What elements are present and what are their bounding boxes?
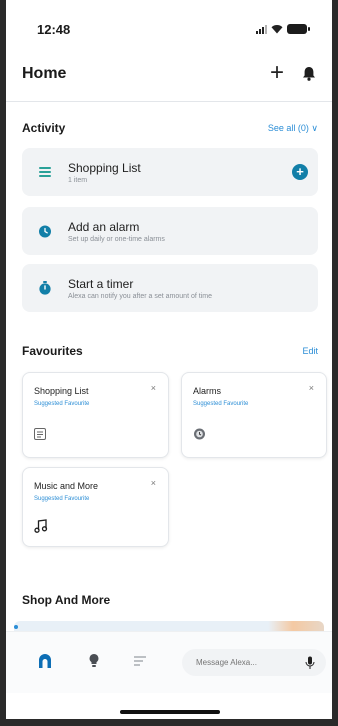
activity-start-timer[interactable]: Start a timer Alexa can notify you after… (22, 264, 318, 312)
activity-item-subtitle: 1 item (68, 177, 88, 184)
bottom-frame (6, 719, 332, 726)
favourite-title: Alarms (193, 386, 222, 396)
status-icons (256, 24, 310, 34)
bell-icon[interactable] (302, 66, 316, 81)
see-all-link[interactable]: See all (0) ∨ (268, 123, 318, 134)
status-time: 12:48 (37, 22, 71, 37)
alarm-icon (194, 428, 205, 440)
activity-add-alarm[interactable]: Add an alarm Set up daily or one-time al… (22, 207, 318, 255)
shop-promo-banner[interactable] (14, 621, 324, 631)
favourite-title: Music and More (34, 481, 99, 491)
home-indicator (120, 710, 220, 714)
carousel-dot (14, 625, 18, 629)
phone-screen: 12:48 Home + Activity See all (0) ∨ Shop… (6, 0, 332, 726)
favourite-subtitle: Suggested Favourite (34, 401, 90, 407)
header-divider (6, 101, 332, 102)
plus-icon[interactable]: + (270, 61, 284, 85)
list-icon (39, 167, 51, 177)
timer-icon (39, 281, 51, 295)
list-icon (34, 428, 46, 440)
activity-title: Activity (22, 121, 66, 135)
activity-item-subtitle: Set up daily or one-time alarms (68, 236, 165, 243)
shop-title: Shop And More (22, 593, 111, 607)
activity-item-title: Start a timer (68, 277, 134, 291)
battery-icon (287, 24, 310, 34)
alarm-icon (39, 225, 51, 238)
home-icon[interactable] (37, 653, 53, 669)
music-note-icon (34, 519, 48, 533)
activity-item-subtitle: Alexa can notify you after a set amount … (68, 293, 212, 300)
menu-icon[interactable] (132, 653, 148, 669)
favourite-subtitle: Suggested Favourite (193, 401, 249, 407)
edit-favourites-link[interactable]: Edit (302, 346, 318, 356)
favourite-card-shopping-list[interactable]: Shopping List Suggested Favourite × (22, 372, 169, 458)
activity-item-title: Shopping List (68, 161, 141, 175)
favourite-title: Shopping List (34, 386, 89, 396)
favourite-card-music[interactable]: Music and More Suggested Favourite × (22, 467, 169, 547)
favourite-subtitle: Suggested Favourite (34, 496, 90, 502)
status-bar: 12:48 (6, 22, 332, 42)
signal-icon (256, 24, 267, 34)
mic-icon[interactable] (305, 656, 315, 670)
bottom-nav (6, 631, 332, 693)
activity-item-title: Add an alarm (68, 220, 140, 234)
lightbulb-icon[interactable] (88, 653, 100, 669)
add-item-button[interactable]: + (292, 164, 308, 180)
remove-favourite-button[interactable]: × (309, 383, 314, 393)
wifi-icon (271, 25, 283, 34)
favourites-title: Favourites (22, 344, 83, 358)
remove-favourite-button[interactable]: × (151, 383, 156, 393)
favourite-card-alarms[interactable]: Alarms Suggested Favourite × (181, 372, 327, 458)
activity-shopping-list[interactable]: Shopping List 1 item + (22, 148, 318, 196)
remove-favourite-button[interactable]: × (151, 478, 156, 488)
header: Home + (22, 61, 318, 86)
